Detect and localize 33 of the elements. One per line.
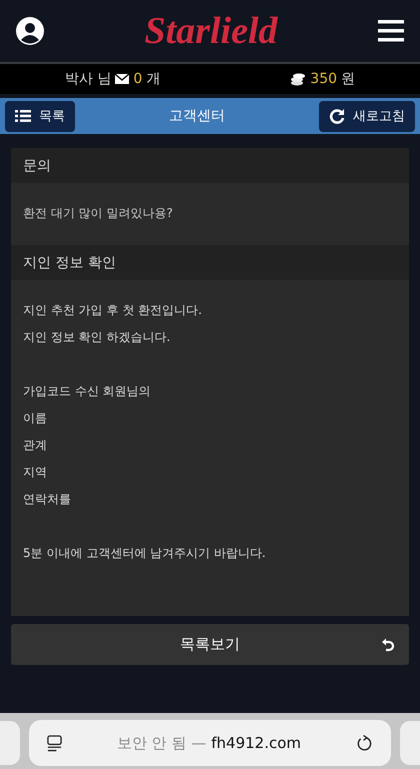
answer-line: 이름	[23, 410, 48, 427]
list-icon	[15, 110, 31, 122]
points-unit: 원	[341, 70, 356, 88]
menu-icon[interactable]	[378, 20, 404, 42]
address-bar[interactable]: 보안 안 됨 — fh4912.com	[29, 720, 391, 766]
answer-line: 연락처를	[23, 491, 72, 508]
answer-line: 가입코드 수신 회원님의	[23, 383, 152, 400]
points-amount: 350	[310, 71, 338, 87]
section-heading: 지인 정보 확인	[11, 245, 409, 280]
mail-icon[interactable]	[115, 74, 130, 84]
refresh-button[interactable]: 새로고침	[319, 100, 415, 132]
message-unit: 개	[146, 70, 160, 88]
coins-icon	[290, 72, 306, 86]
account-icon[interactable]	[16, 17, 44, 45]
domain-text: fh4912.com	[211, 734, 302, 752]
reader-icon[interactable]	[47, 734, 62, 752]
list-view-button[interactable]: 목록보기	[11, 624, 409, 665]
return-arrow-icon	[381, 638, 395, 652]
page-title: 고객센터	[169, 107, 225, 125]
security-warning: 보안 안 됨 —	[116, 734, 206, 752]
answer-line: 관계	[23, 437, 48, 454]
message-count: 0	[133, 71, 142, 87]
user-name: 박사 님	[64, 70, 112, 88]
answer-line: 지역	[23, 464, 48, 481]
answer-line: 지인 추천 가입 후 첫 환전입니다.	[23, 302, 203, 319]
logo[interactable]: Starlield	[144, 9, 278, 53]
refresh-icon	[329, 108, 345, 124]
list-button[interactable]: 목록	[5, 100, 75, 132]
section-heading: 문의	[11, 148, 409, 183]
answer-line: 지인 정보 확인 하겠습니다.	[23, 329, 172, 346]
answer-line: 5분 이내에 고객센터에 남겨주시기 바랍니다.	[23, 545, 267, 562]
reload-icon[interactable]	[356, 734, 373, 752]
question-text: 환전 대기 많이 밀려있나용?	[22, 205, 174, 222]
